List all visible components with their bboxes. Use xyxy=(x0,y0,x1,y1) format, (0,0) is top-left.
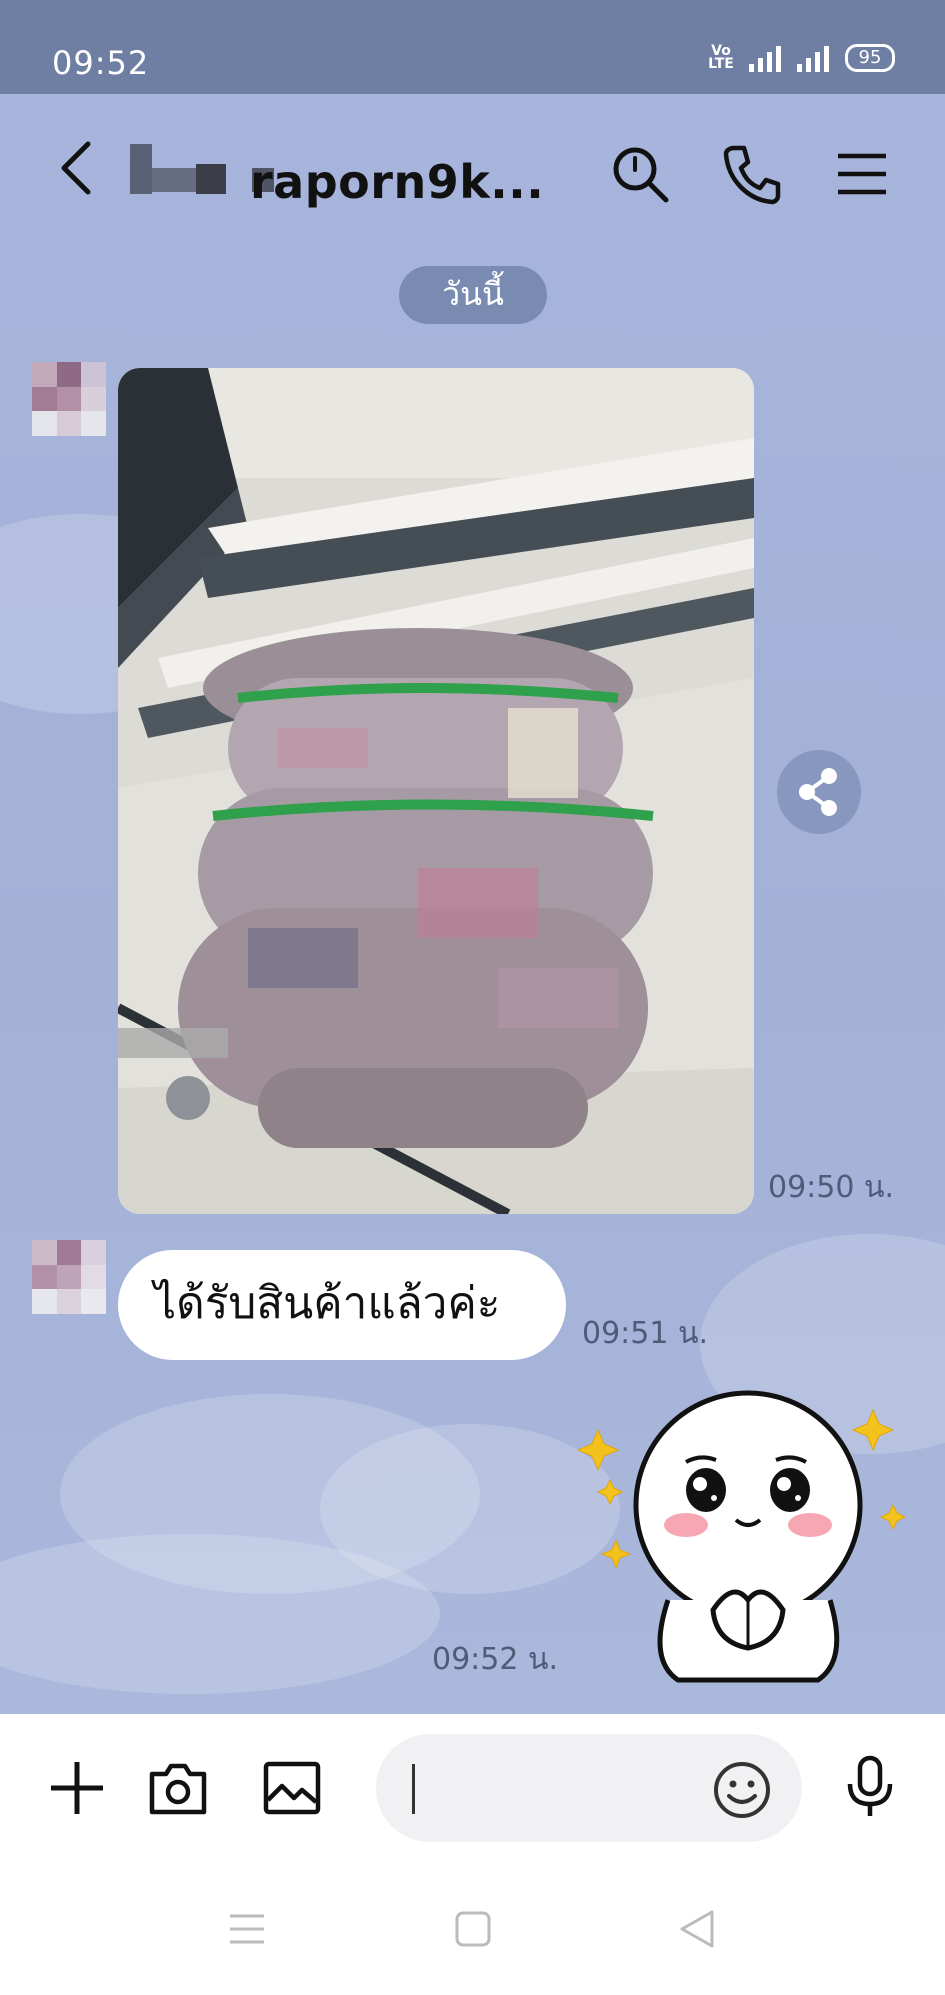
status-bar: 09:52 Vo LTE 95 xyxy=(0,0,945,94)
phone-icon[interactable] xyxy=(720,142,784,206)
avatar[interactable] xyxy=(32,362,106,436)
camera-icon[interactable] xyxy=(146,1756,210,1820)
plus-icon[interactable] xyxy=(45,1756,109,1820)
avatar[interactable] xyxy=(32,1240,106,1314)
chat-title[interactable]: raporn9k... xyxy=(250,155,544,209)
message-input[interactable] xyxy=(376,1734,802,1842)
recents-icon[interactable] xyxy=(222,1904,272,1954)
status-indicators: Vo LTE 95 xyxy=(705,44,895,72)
message-bubble[interactable]: ได้รับสินค้าแล้วค่ะ xyxy=(118,1250,566,1360)
menu-icon[interactable] xyxy=(830,142,894,206)
share-button[interactable] xyxy=(777,750,861,834)
message-time: 09:50 น. xyxy=(768,1170,895,1205)
search-icon[interactable] xyxy=(608,142,672,206)
input-bar xyxy=(0,1714,945,1862)
signal-icon-2 xyxy=(797,46,829,72)
photo-message[interactable] xyxy=(118,368,754,1214)
system-nav-bar xyxy=(0,1862,945,1995)
mic-icon[interactable] xyxy=(838,1754,902,1818)
date-separator: วันนี้ xyxy=(399,266,547,324)
back-icon[interactable] xyxy=(52,138,102,198)
sticker-message[interactable] xyxy=(568,1380,918,1700)
home-icon[interactable] xyxy=(448,1904,498,1954)
status-time: 09:52 xyxy=(52,44,150,82)
back-nav-icon[interactable] xyxy=(672,1904,722,1954)
volte-icon: Vo LTE xyxy=(708,43,734,72)
message-time: 09:52 น. xyxy=(432,1642,559,1677)
signal-icon xyxy=(749,46,781,72)
battery-icon: 95 xyxy=(845,44,895,72)
emoji-icon[interactable] xyxy=(712,1760,772,1820)
share-icon xyxy=(799,768,837,816)
message-time: 09:51 น. xyxy=(582,1316,709,1351)
package-photo xyxy=(118,368,754,1214)
text-cursor xyxy=(412,1764,415,1814)
image-icon[interactable] xyxy=(260,1756,324,1820)
